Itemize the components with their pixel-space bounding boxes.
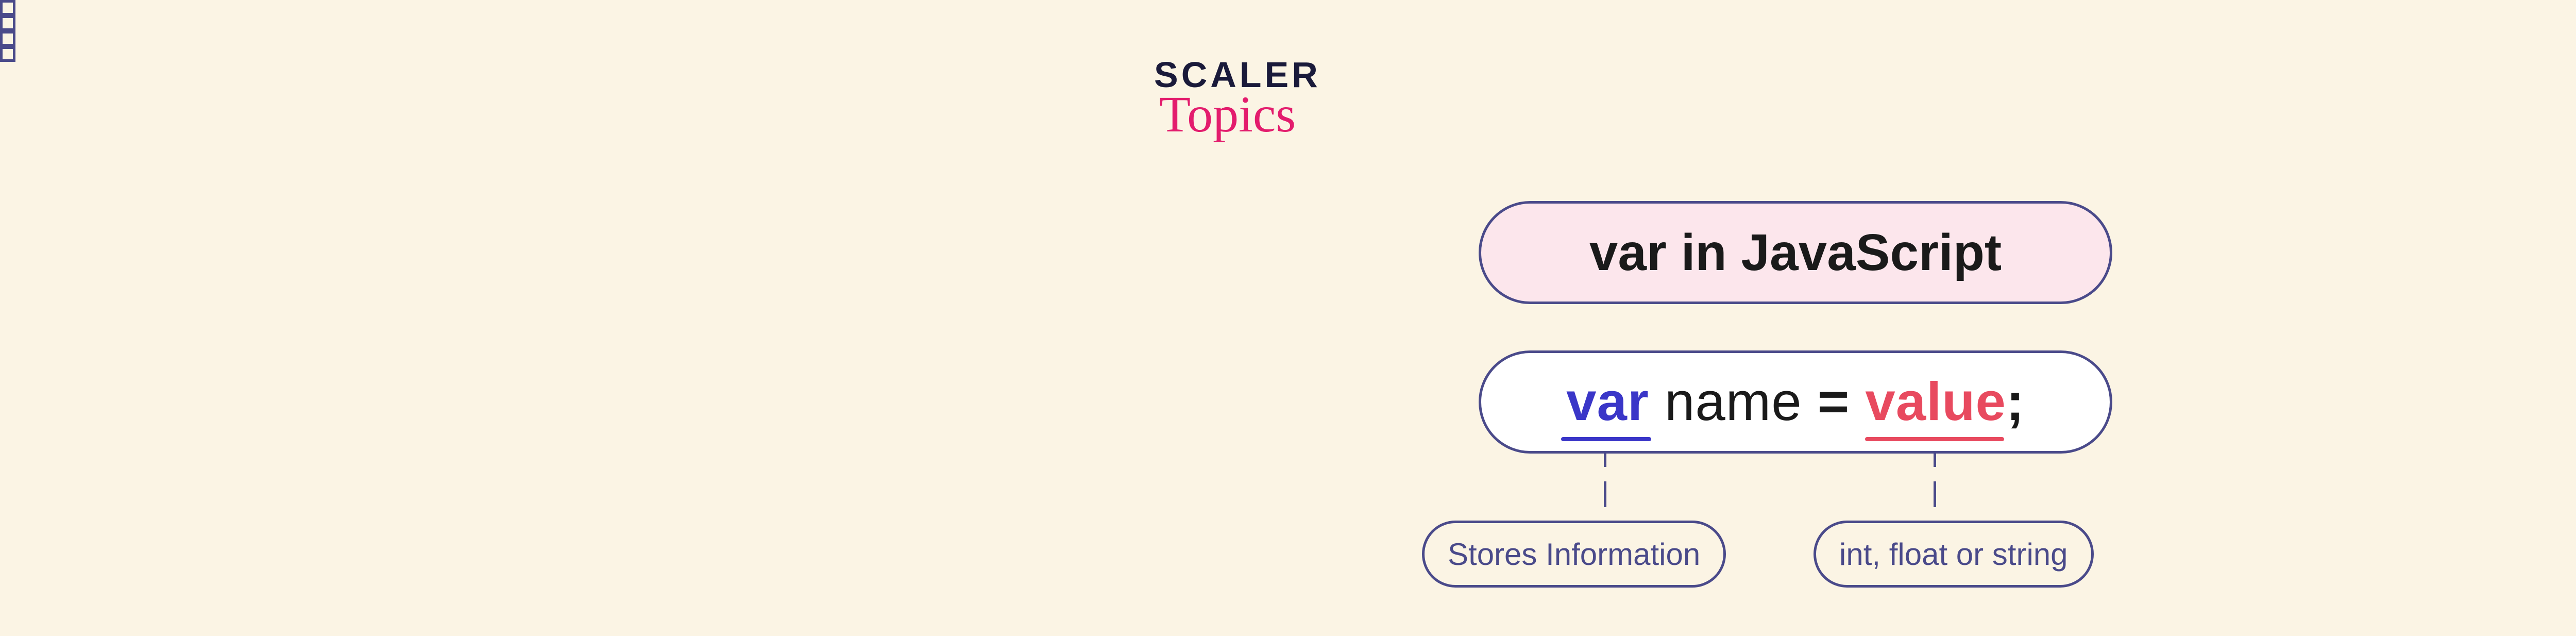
code-identifier: name xyxy=(1665,372,1802,432)
underline-var xyxy=(1561,437,1651,441)
annotation-value-text: int, float or string xyxy=(1839,537,2068,572)
code-keyword-var: var xyxy=(1566,372,1649,432)
connector-node xyxy=(0,46,15,62)
brand-logo: SCALER Topics xyxy=(1154,57,1321,135)
code-terminator: ; xyxy=(2006,372,2025,432)
diagram-title: var in JavaScript xyxy=(1589,223,2002,282)
underline-value xyxy=(1865,437,2004,441)
annotation-var-text: Stores Information xyxy=(1448,537,1700,572)
annotation-var: Stores Information xyxy=(1422,521,1726,588)
connector-line xyxy=(1934,453,1936,467)
code-value: value xyxy=(1865,372,2006,432)
connector-line xyxy=(1604,481,1606,507)
logo-text-topics: Topics xyxy=(1159,94,1296,135)
connector-node xyxy=(0,0,15,15)
connector-node xyxy=(0,31,15,46)
code-expression: var name = value; xyxy=(1566,371,2025,433)
connector-node xyxy=(0,15,15,31)
connector-line xyxy=(1604,453,1606,467)
diagram-title-pill: var in JavaScript xyxy=(1479,201,2112,304)
connector-line xyxy=(1934,481,1936,507)
annotation-value: int, float or string xyxy=(1814,521,2094,588)
code-operator: = xyxy=(1818,372,1850,432)
